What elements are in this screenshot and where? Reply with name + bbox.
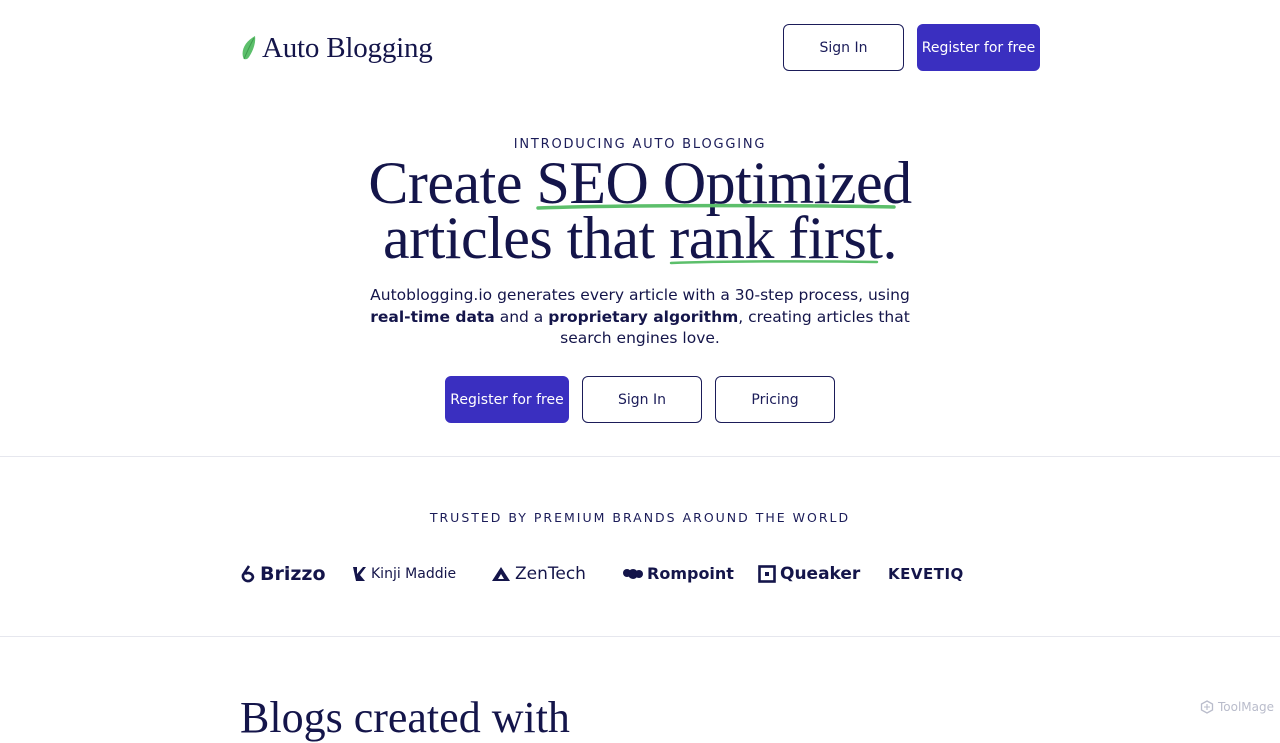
logo-text: ZenTech xyxy=(515,564,586,584)
header-sign-in-button[interactable]: Sign In xyxy=(783,24,904,71)
description-text: Autoblogging.io generates every article … xyxy=(370,286,910,304)
section-divider xyxy=(0,456,1280,457)
header-register-button[interactable]: Register for free xyxy=(917,24,1040,71)
logo-queaker: Queaker xyxy=(758,558,860,590)
headline-line-2: articles that rank first. xyxy=(0,208,1280,268)
logo-text: Brizzo xyxy=(260,563,326,585)
rompoint-icon xyxy=(623,569,643,579)
logo-text: Queaker xyxy=(780,564,861,584)
green-underline xyxy=(669,260,879,265)
brizzo-icon xyxy=(241,565,255,583)
description-bold: real-time data xyxy=(370,307,495,326)
queaker-icon xyxy=(758,565,776,583)
logo-brizzo: Brizzo xyxy=(240,558,326,590)
headline-line-1: Create SEO Optimized xyxy=(0,153,1280,213)
watermark: ToolMage xyxy=(1200,700,1274,714)
brand-logos: Brizzo Kinji Maddie ZenTech Rompoint Que… xyxy=(240,558,1040,590)
description-text: and a xyxy=(494,307,549,326)
watermark-text: ToolMage xyxy=(1217,700,1274,714)
logo-text: KEVETIQ xyxy=(888,565,964,583)
trusted-label: TRUSTED BY PREMIUM BRANDS AROUND THE WOR… xyxy=(429,510,851,525)
hero-sign-in-button[interactable]: Sign In xyxy=(582,376,702,423)
hero-headline: Create SEO Optimized articles that rank … xyxy=(0,150,1280,268)
site-header: Auto Blogging Sign In Register for free xyxy=(0,0,1280,96)
leaf-icon xyxy=(242,36,256,60)
hero-register-button[interactable]: Register for free xyxy=(445,376,569,423)
kinji-icon xyxy=(353,567,366,581)
section-divider xyxy=(0,636,1280,637)
logo-kevetiq: KEVETIQ xyxy=(888,558,964,590)
headline-highlight-rank: rank first. xyxy=(669,208,897,268)
logo-rompoint: Rompoint xyxy=(623,558,734,590)
watermark-icon xyxy=(1200,700,1214,714)
headline-highlight-seo: SEO Optimized xyxy=(536,153,912,213)
zentech-icon xyxy=(492,567,510,581)
hero-description: Autoblogging.io generates every article … xyxy=(370,285,910,350)
brand-name: Auto Blogging xyxy=(262,31,433,64)
blogs-section-title: Blogs created with xyxy=(240,693,570,742)
description-bold: proprietary algorithm xyxy=(548,307,739,326)
brand-logo-link[interactable]: Auto Blogging xyxy=(240,30,433,66)
logo-kinji-maddie: Kinji Maddie xyxy=(352,558,456,590)
logo-text: Rompoint xyxy=(647,563,734,583)
logo-zentech: ZenTech xyxy=(491,558,586,590)
hero-pricing-button[interactable]: Pricing xyxy=(715,376,835,423)
logo-text: Kinji Maddie xyxy=(371,566,457,582)
